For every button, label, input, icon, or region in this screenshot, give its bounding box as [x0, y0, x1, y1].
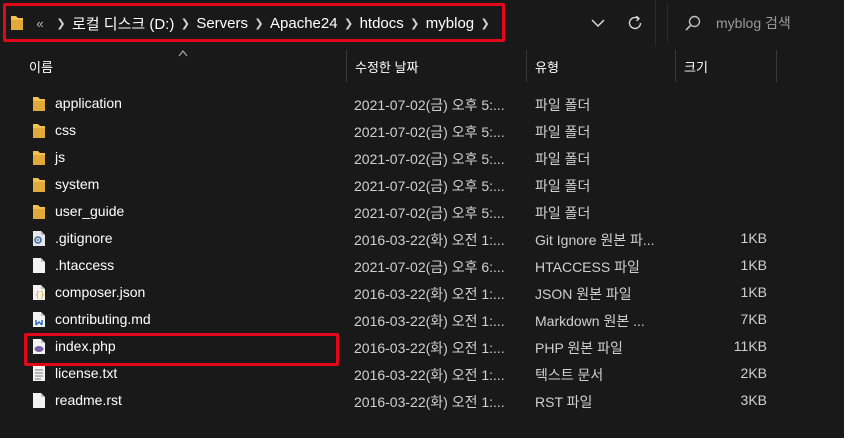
blank-file-icon: [33, 393, 45, 408]
file-name: .gitignore: [55, 230, 113, 246]
file-row-readme-rst[interactable]: readme.rst 2016-03-22(화) 오전 1:... RST 파일…: [0, 387, 844, 414]
address-history-button[interactable]: [584, 9, 612, 37]
file-name: application: [55, 95, 122, 111]
file-date: 2016-03-22(화) 오전 1:...: [354, 232, 505, 248]
chevron-down-icon: [591, 19, 605, 27]
file-row-gitignore[interactable]: .gitignore 2016-03-22(화) 오전 1:... Git Ig…: [0, 225, 844, 252]
search-icon: [685, 15, 701, 31]
file-name: .htaccess: [55, 257, 115, 273]
selection-highlight-box: [24, 333, 339, 366]
file-type: 파일 폴더: [535, 205, 591, 221]
markdown-file-icon: [33, 312, 45, 327]
file-name: composer.json: [55, 284, 146, 300]
file-size: 1KB: [740, 257, 767, 273]
file-date: 2016-03-22(화) 오전 1:...: [354, 340, 505, 356]
file-date: 2021-07-02(금) 오후 5:...: [354, 124, 505, 140]
file-type: 파일 폴더: [535, 178, 591, 194]
file-size: 11KB: [733, 338, 767, 354]
folder-icon: [33, 151, 45, 165]
refresh-icon: [628, 15, 642, 30]
file-row-contributing-md[interactable]: contributing.md 2016-03-22(화) 오전 1:... M…: [0, 306, 844, 333]
file-name: user_guide: [55, 203, 125, 219]
file-type: Git Ignore 원본 파...: [535, 232, 655, 248]
file-date: 2021-07-02(금) 오후 5:...: [354, 151, 505, 167]
address-highlight-box: [3, 3, 505, 42]
file-type: RST 파일: [535, 394, 593, 410]
search-box[interactable]: [667, 3, 844, 42]
column-header-size[interactable]: 크기: [676, 50, 776, 82]
file-size: 1KB: [740, 284, 767, 300]
file-date: 2021-07-02(금) 오후 5:...: [354, 97, 505, 113]
file-name: css: [55, 122, 76, 138]
file-size: 1KB: [740, 230, 767, 246]
folder-icon: [33, 97, 45, 111]
file-name: system: [55, 176, 100, 192]
text-file-icon: [33, 366, 45, 381]
file-type: 파일 폴더: [535, 97, 591, 113]
column-header-name[interactable]: 이름: [21, 50, 346, 82]
file-date: 2021-07-02(금) 오후 5:...: [354, 205, 505, 221]
column-header-row: 이름 수정한 날짜 유형 크기: [0, 50, 844, 82]
file-date: 2021-07-02(금) 오후 5:...: [354, 178, 505, 194]
toolbar: « ❯ 로컬 디스크 (D:) ❯ Servers ❯ Apache24 ❯ h…: [0, 0, 844, 46]
address-bar[interactable]: « ❯ 로컬 디스크 (D:) ❯ Servers ❯ Apache24 ❯ h…: [0, 0, 656, 46]
folder-icon: [33, 205, 45, 219]
file-name: readme.rst: [55, 392, 122, 408]
file-name: license.txt: [55, 365, 118, 381]
file-type: 파일 폴더: [535, 151, 591, 167]
blank-file-icon: [33, 258, 45, 273]
file-date: 2021-07-02(금) 오후 6:...: [354, 259, 505, 275]
file-type: HTACCESS 파일: [535, 259, 640, 275]
file-date: 2016-03-22(화) 오전 1:...: [354, 286, 505, 302]
column-header-type[interactable]: 유형: [527, 50, 675, 82]
file-date: 2016-03-22(화) 오전 1:...: [354, 313, 505, 329]
json-file-icon: {}: [33, 285, 45, 300]
file-row-system[interactable]: system 2021-07-02(금) 오후 5:... 파일 폴더: [0, 171, 844, 198]
column-header-date[interactable]: 수정한 날짜: [347, 50, 526, 82]
file-name: js: [55, 149, 66, 165]
file-row-user-guide[interactable]: user_guide 2021-07-02(금) 오후 5:... 파일 폴더: [0, 198, 844, 225]
file-size: 3KB: [740, 392, 767, 408]
file-type: Markdown 원본 ...: [535, 313, 645, 329]
file-size: 2KB: [740, 365, 767, 381]
folder-icon: [33, 178, 45, 192]
folder-icon: [33, 124, 45, 138]
file-type: JSON 원본 파일: [535, 286, 632, 302]
file-size: 7KB: [740, 311, 767, 327]
file-row-js[interactable]: js 2021-07-02(금) 오후 5:... 파일 폴더: [0, 144, 844, 171]
column-divider[interactable]: [776, 50, 777, 82]
file-name: contributing.md: [55, 311, 151, 327]
file-type: 파일 폴더: [535, 124, 591, 140]
file-row-css[interactable]: css 2021-07-02(금) 오후 5:... 파일 폴더: [0, 117, 844, 144]
file-type: 텍스트 문서: [535, 367, 604, 383]
refresh-button[interactable]: [618, 9, 652, 37]
file-row-htaccess[interactable]: .htaccess 2021-07-02(금) 오후 6:... HTACCES…: [0, 252, 844, 279]
gear-file-icon: [33, 231, 45, 246]
file-date: 2016-03-22(화) 오전 1:...: [354, 394, 505, 410]
file-type: PHP 원본 파일: [535, 340, 623, 356]
search-input[interactable]: [714, 9, 842, 37]
file-row-composer-json[interactable]: {} composer.json 2016-03-22(화) 오전 1:... …: [0, 279, 844, 306]
file-row-application[interactable]: application 2021-07-02(금) 오후 5:... 파일 폴더: [0, 90, 844, 117]
svg-text:{}: {}: [35, 290, 45, 299]
file-date: 2016-03-22(화) 오전 1:...: [354, 367, 505, 383]
